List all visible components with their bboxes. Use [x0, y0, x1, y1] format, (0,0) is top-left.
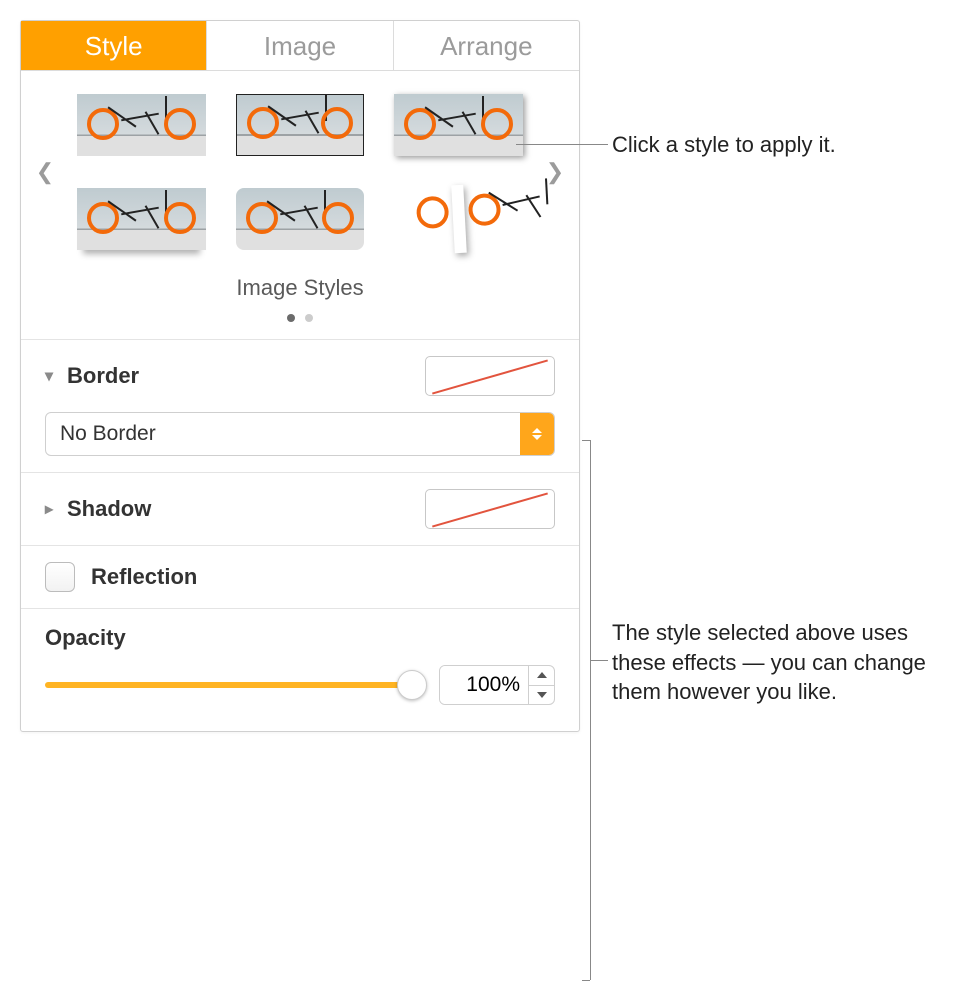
callout-effects: The style selected above uses these effe… [612, 618, 942, 707]
opacity-slider[interactable] [45, 670, 421, 700]
style-thumb-6[interactable] [394, 185, 523, 253]
style-thumb-5[interactable] [236, 185, 365, 253]
shadow-section: ▸ Shadow [21, 472, 579, 545]
chevron-right-icon[interactable]: ▸ [45, 499, 59, 519]
border-label: Border [67, 363, 139, 389]
slider-knob[interactable] [397, 670, 427, 700]
border-style-swatch[interactable] [425, 356, 555, 396]
inspector-tabs: Style Image Arrange [21, 21, 579, 71]
reflection-label: Reflection [91, 564, 197, 590]
opacity-stepper [439, 665, 555, 705]
chevron-right-icon: ❯ [546, 159, 564, 184]
image-styles-area: ❮ [21, 71, 579, 339]
chevron-left-icon: ❮ [36, 159, 54, 184]
style-thumb-2[interactable] [236, 91, 365, 159]
border-section: ▾ Border No Border [21, 339, 579, 472]
caret-down-icon [537, 692, 547, 698]
opacity-label: Opacity [45, 625, 555, 651]
style-thumb-3[interactable] [394, 91, 523, 159]
caret-up-icon [537, 672, 547, 678]
reflection-section: Reflection [21, 545, 579, 608]
page-dot-1[interactable] [287, 314, 295, 322]
opacity-input[interactable] [440, 666, 528, 704]
shadow-style-swatch[interactable] [425, 489, 555, 529]
opacity-section: Opacity [21, 608, 579, 731]
border-type-value: No Border [46, 422, 520, 446]
shadow-label: Shadow [67, 496, 151, 522]
tab-image[interactable]: Image [207, 21, 393, 70]
image-styles-grid [57, 85, 543, 259]
style-thumb-1[interactable] [77, 91, 206, 159]
opacity-step-up[interactable] [529, 666, 554, 686]
image-styles-caption: Image Styles [33, 275, 567, 301]
tab-arrange[interactable]: Arrange [394, 21, 579, 70]
page-dot-2[interactable] [305, 314, 313, 322]
chevron-down-icon[interactable]: ▾ [45, 366, 59, 386]
style-thumb-4[interactable] [77, 185, 206, 253]
select-stepper-icon [520, 413, 554, 455]
slider-track [45, 682, 421, 688]
opacity-step-down[interactable] [529, 686, 554, 705]
styles-prev-button[interactable]: ❮ [33, 159, 57, 185]
styles-page-dots[interactable] [33, 309, 567, 327]
border-type-select[interactable]: No Border [45, 412, 555, 456]
format-inspector-panel: Style Image Arrange ❮ [20, 20, 580, 732]
reflection-checkbox[interactable] [45, 562, 75, 592]
tab-style[interactable]: Style [21, 21, 207, 70]
callout-styles: Click a style to apply it. [612, 130, 836, 160]
